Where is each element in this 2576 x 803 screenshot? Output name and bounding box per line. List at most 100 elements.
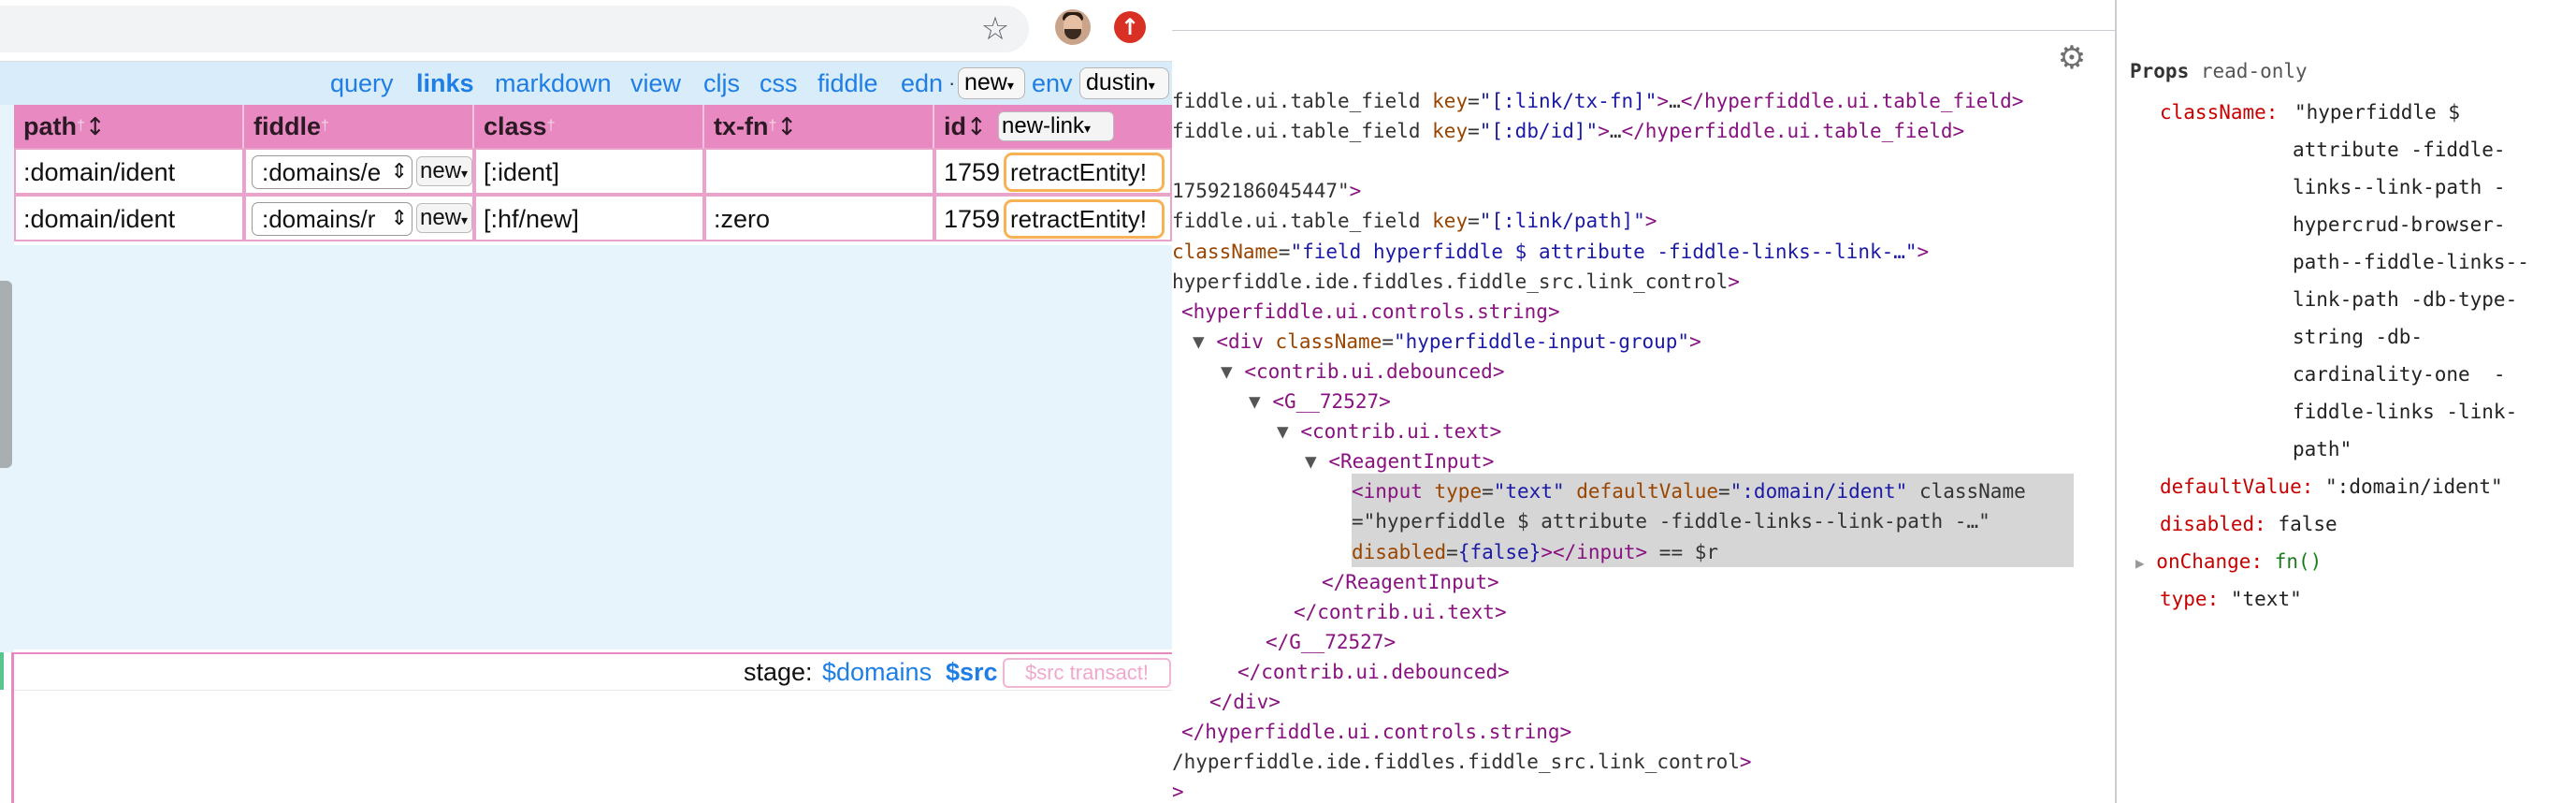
retract-entity-button[interactable]: retractEntity! [1004,153,1165,192]
browser-toolbar: ☆ ↑ [0,0,1172,62]
nav-markdown[interactable]: markdown [495,62,612,105]
prop-classname-line: cardinality-one - [2293,363,2506,386]
tree-node-line[interactable]: ▼ <contrib.ui.text> [1277,416,1501,446]
sort-icon: ↕ [84,113,106,141]
src-transact-button[interactable]: $src transact! [1003,658,1171,688]
stage-indicator [0,652,4,690]
cell-id: 1759 retractEntity! [934,148,1172,195]
tree-node-line[interactable]: </div> [1209,687,1281,717]
avatar-beard [1064,29,1081,39]
update-arrow-icon[interactable]: ↑ [1114,11,1146,43]
tree-node-line[interactable]: ▼ <ReagentInput> [1305,446,1494,476]
prop-disabled[interactable]: disabled: false [2160,509,2337,539]
tree-node-line[interactable]: disabled={false}></input> == $r [1352,537,1718,567]
cell-fiddle: :domains/r ⇕ new▾ [244,195,474,241]
prop-classname-line: path--fiddle-links-- [2293,251,2529,273]
tree-node-line[interactable]: > [1172,777,1184,803]
tree-node-line[interactable]: ▼ <contrib.ui.debounced> [1221,357,1504,387]
tree-node-line[interactable]: <hyperfiddle.ui.controls.string> [1181,297,1560,327]
tree-node-line[interactable]: </contrib.ui.debounced> [1237,657,1510,687]
header-class[interactable]: class† [474,105,704,148]
new-select[interactable]: new▾ [958,67,1025,99]
react-devtools-tree: ⚙ fiddle.ui.table_field key="[:link/tx-f… [1172,0,2115,803]
prop-type[interactable]: type: "text" [2160,584,2302,614]
prop-classname-line: hypercrud-browser- [2293,213,2506,236]
table-header: path†↕ fiddle† class† tx-fn†↕ id↕ new-li… [14,105,1172,148]
links-table: path†↕ fiddle† class† tx-fn†↕ id↕ new-li… [14,105,1172,245]
nav-query[interactable]: query [330,62,394,105]
tree-node-line[interactable]: </G__72527> [1266,627,1396,657]
cell-path[interactable]: :domain/ident [14,195,244,241]
tree-node-line[interactable]: ▼ <div className="hyperfiddle-input-grou… [1193,327,1701,357]
tree-node-line[interactable]: </contrib.ui.text> [1294,597,1507,627]
address-bar[interactable] [0,6,1029,52]
stage-label: stage: [744,658,813,686]
prop-defaultvalue[interactable]: defaultValue: ":domain/ident" [2160,472,2503,502]
tree-node-line[interactable]: <input type="text" defaultValue=":domain… [1352,476,2026,506]
new-link-select[interactable]: new-link▾ [998,111,1114,141]
stage-bar: stage: $domains $src $src transact! [14,652,1172,691]
prop-classname-line: link-path -db-type- [2293,288,2518,311]
prop-onchange[interactable]: ▶ onChange: fn() [2135,547,2322,577]
prop-classname-line: "hyperfiddle $ [2294,101,2461,124]
app-viewport: ☆ ↑ query links markdown view cljs css f… [0,0,1172,803]
tree-node-line[interactable]: </ReagentInput> [1322,567,1499,597]
header-txfn[interactable]: tx-fn†↕ [704,105,934,148]
cell-class[interactable]: [:hf/new] [474,195,704,241]
cell-id: 1759 retractEntity! [934,195,1172,241]
user-select[interactable]: dustin▾ [1079,67,1169,99]
prop-classname-line: path" [2293,438,2352,460]
fiddle-select[interactable]: :domains/e ⇕ [252,155,412,189]
sort-icon: ↕ [776,113,798,141]
prop-classname-line: attribute -fiddle- [2293,139,2506,161]
tree-node-line[interactable]: hyperfiddle.ide.fiddles.fiddle_src.link_… [1172,267,1740,297]
stage-src-link[interactable]: $src [946,654,998,690]
retract-entity-button[interactable]: retractEntity! [1004,199,1165,239]
prop-classname-key: className: [2160,101,2279,124]
nav-view[interactable]: view [630,62,681,105]
tree-node-line[interactable]: fiddle.ui.table_field key="[:link/tx-fn]… [1172,86,2023,116]
header-path[interactable]: path†↕ [14,105,244,148]
avatar[interactable] [1055,9,1091,45]
prop-classname-line: fiddle-links -link- [2293,401,2518,423]
cell-fiddle: :domains/e ⇕ new▾ [244,148,474,195]
tree-node-line[interactable]: fiddle.ui.table_field key="[:link/path]"… [1172,206,1657,236]
prop-classname-line: links--link-path - [2293,176,2506,198]
nav-css[interactable]: css [760,62,798,105]
fiddle-nav-bar: query links markdown view cljs css fiddl… [0,62,1172,105]
scrollbar-thumb[interactable] [0,281,12,468]
devtools-toolbar [1172,0,2115,31]
tree-node-line[interactable]: className="field hyperfiddle $ attribute… [1172,237,1929,267]
nav-cljs[interactable]: cljs [703,62,740,105]
nav-links[interactable]: links [416,62,474,105]
cell-txfn[interactable]: :zero [704,195,934,241]
stage-domains-link[interactable]: $domains [822,654,932,690]
star-icon[interactable]: ☆ [978,12,1012,46]
cell-class[interactable]: [:ident] [474,148,704,195]
nav-separator: · [948,71,956,95]
nav-env[interactable]: env [1032,62,1073,105]
nav-fiddle[interactable]: fiddle [818,62,878,105]
expand-arrow-icon[interactable]: ▶ [2135,554,2145,572]
tree-node-line[interactable]: </hyperfiddle.ui.controls.string> [1181,717,1571,747]
sort-icon: ↕ [966,113,987,141]
tree-node-line[interactable]: /hyperfiddle.ide.fiddles.fiddle_src.link… [1172,747,1752,777]
cell-txfn[interactable] [704,148,934,195]
new-fiddle-select[interactable]: new▾ [416,156,472,186]
result-pane [14,245,1172,650]
header-fiddle[interactable]: fiddle† [244,105,474,148]
props-panel: Props read-only className: "hyperfiddle … [2117,0,2576,803]
prop-classname-line: string -db- [2293,326,2424,348]
fiddle-select[interactable]: :domains/r ⇕ [252,202,412,236]
tree-node-line[interactable]: 17592186045447"> [1172,176,1361,206]
cell-path[interactable]: :domain/ident [14,148,244,195]
tree-node-line[interactable]: ▼ <G__72527> [1249,387,1391,416]
tree-node-line[interactable]: ="hyperfiddle $ attribute -fiddle-links-… [1352,506,1990,536]
props-header: Props read-only [2130,60,2308,82]
nav-edn[interactable]: edn [901,62,943,105]
gear-icon[interactable]: ⚙ [2055,41,2089,75]
tree-node-line[interactable]: fiddle.ui.table_field key="[:db/id]">…</… [1172,116,1964,146]
new-fiddle-select[interactable]: new▾ [416,203,472,233]
id-value: 1759 [944,205,1001,233]
id-value: 1759 [944,158,1001,186]
